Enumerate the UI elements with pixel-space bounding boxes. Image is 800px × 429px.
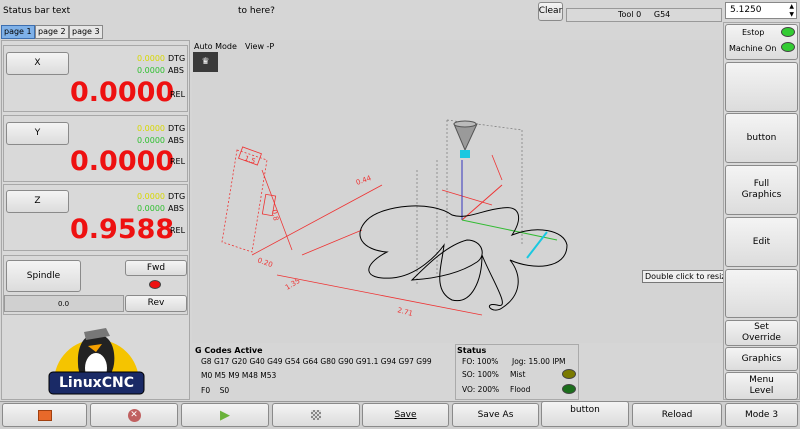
- status-bar-text: Status bar text: [3, 6, 71, 16]
- dro-z-dtg-value: 0.0000: [137, 192, 165, 201]
- dro-z-dtg-label: DTG: [168, 192, 186, 201]
- tool-text: Tool 0 G54: [618, 10, 671, 19]
- set-override-button[interactable]: Set Override: [725, 320, 798, 346]
- tab-page-2[interactable]: page 2: [35, 25, 69, 39]
- tab-page-1[interactable]: page 1: [1, 25, 35, 39]
- status-vo: VO: 200%: [462, 385, 500, 394]
- play-icon: ▶: [220, 407, 230, 423]
- save-button[interactable]: Save: [362, 403, 449, 427]
- toolpath-plot: 1.5 0.8 0.20 1.35 2.71 0.44: [221, 119, 568, 318]
- dro-z-abs-value: 0.0000: [137, 204, 165, 213]
- dro-z-abs-label: ABS: [168, 204, 184, 213]
- dro-y-abs-value: 0.0000: [137, 136, 165, 145]
- status-so: SO: 100%: [462, 370, 499, 379]
- spindle-button[interactable]: Spindle: [6, 260, 81, 292]
- spindle-fwd-button[interactable]: Fwd: [125, 260, 187, 276]
- mist-led: [562, 369, 576, 379]
- spindle-rev-button[interactable]: Rev: [125, 295, 187, 312]
- step-button[interactable]: [272, 403, 360, 427]
- run-button[interactable]: ▶: [181, 403, 269, 427]
- open-file-button[interactable]: [2, 403, 87, 427]
- blank-button-1[interactable]: [725, 62, 798, 112]
- spindle-speed-value: 0.0: [58, 300, 70, 308]
- axis-y-button[interactable]: Y: [6, 122, 69, 145]
- stop-icon: ✕: [127, 408, 141, 422]
- axis-x-button[interactable]: X: [6, 52, 69, 75]
- tab-page-3[interactable]: page 3: [69, 25, 103, 39]
- dro-y-rel-value: 0.0000: [70, 146, 175, 177]
- gcodes-line1: G8 G17 G20 G40 G49 G54 G64 G80 G90 G91.1…: [201, 357, 432, 366]
- full-graphics-button[interactable]: Full Graphics: [725, 165, 798, 215]
- dro-x-abs-label: ABS: [168, 66, 184, 75]
- dro-y-dtg-label: DTG: [168, 124, 186, 133]
- dro-z-rel-value: 0.9588: [70, 214, 175, 245]
- button-button[interactable]: button: [725, 113, 798, 163]
- dim-label-5: 2.71: [396, 306, 413, 318]
- dro-x-rel-label: REL: [170, 90, 186, 99]
- status-fo: FO: 100%: [462, 357, 499, 366]
- dro-y-dtg-value: 0.0000: [137, 124, 165, 133]
- estop-label: Estop: [742, 28, 765, 37]
- dim-label-3: 0.20: [256, 256, 273, 269]
- dro-x-rel-value: 0.0000: [70, 77, 175, 108]
- linuxcnc-logo: LinuxCNC: [44, 322, 149, 396]
- menu-level-button[interactable]: Menu Level: [725, 372, 798, 400]
- spindle-fwd-led: [149, 280, 161, 289]
- folder-icon: [37, 409, 52, 421]
- spin-input[interactable]: 5.1250 ▲ ▼: [725, 2, 797, 19]
- gcodes-line3: F0 S0: [201, 386, 230, 395]
- edit-button[interactable]: Edit: [725, 217, 798, 267]
- dim-label-6: 0.44: [355, 174, 373, 187]
- reload-button[interactable]: Reload: [632, 403, 722, 427]
- graphics-button[interactable]: Graphics: [725, 347, 798, 371]
- machine-on-led: [781, 42, 795, 52]
- dro-y-rel-label: REL: [170, 157, 186, 166]
- dro-x-dtg-value: 0.0000: [137, 54, 165, 63]
- estop-led: [781, 27, 795, 37]
- status-jog: Jog: 15.00 IPM: [512, 357, 566, 366]
- stop-button[interactable]: ✕: [90, 403, 178, 427]
- save-as-button[interactable]: Save As: [452, 403, 539, 427]
- dro-z-rel-label: REL: [170, 226, 186, 235]
- dro-x-abs-value: 0.0000: [137, 66, 165, 75]
- to-here-text: to here?: [238, 6, 275, 16]
- logo-text: LinuxCNC: [59, 375, 134, 391]
- flood-led: [562, 384, 576, 394]
- spin-up-icon[interactable]: ▲: [789, 3, 794, 10]
- mode-button[interactable]: Mode 3: [725, 403, 798, 427]
- clear-button[interactable]: Clear: [538, 2, 563, 21]
- gcodes-line2: M0 M5 M9 M48 M53: [201, 371, 277, 380]
- axis-z-button[interactable]: Z: [6, 190, 69, 213]
- checker-icon: [311, 410, 321, 420]
- dim-label-2: 0.8: [270, 209, 280, 221]
- bottom-button[interactable]: button: [541, 401, 629, 427]
- dro-y-abs-label: ABS: [168, 136, 184, 145]
- status-flood: Flood: [510, 385, 531, 394]
- status-title: Status: [457, 346, 487, 355]
- status-mist: Mist: [510, 370, 526, 379]
- machine-on-label: Machine On: [729, 44, 777, 53]
- dro-x-dtg-label: DTG: [168, 54, 186, 63]
- spin-value: 5.1250: [730, 5, 762, 15]
- blank-button-2[interactable]: [725, 269, 798, 318]
- spin-down-icon[interactable]: ▼: [789, 11, 794, 18]
- gcodes-title: G Codes Active: [195, 346, 263, 355]
